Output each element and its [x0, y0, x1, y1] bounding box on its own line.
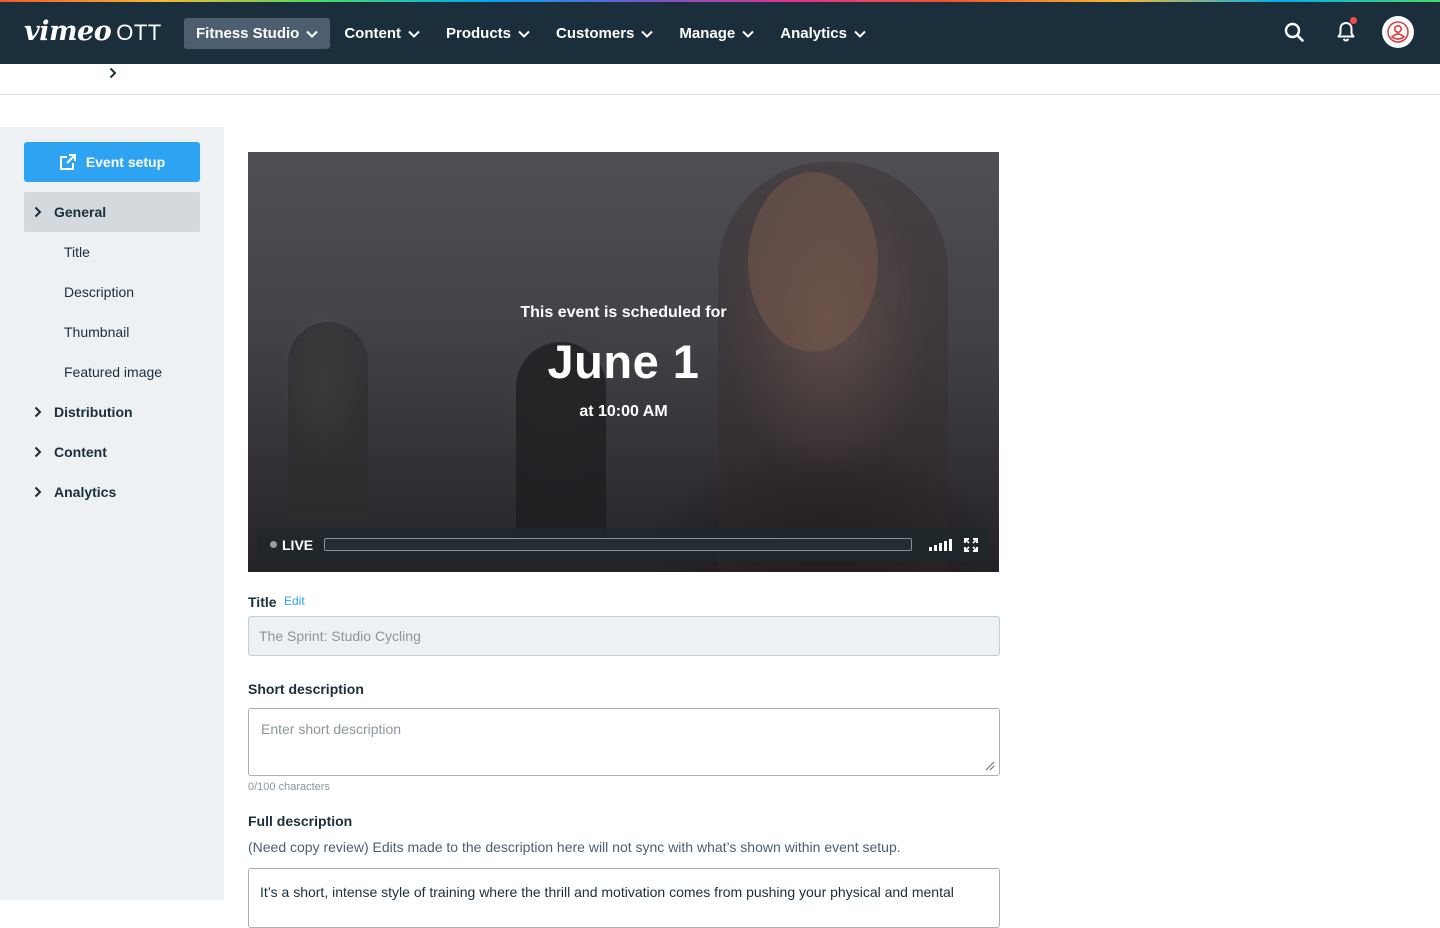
account-button[interactable]: [1380, 14, 1416, 50]
resize-handle-icon[interactable]: [985, 761, 995, 771]
schedule-heading: This event is scheduled for: [520, 304, 727, 321]
chevron-right-icon: [34, 486, 42, 498]
full-description-field[interactable]: It’s a short, intense style of training …: [248, 868, 1000, 928]
nav-manage[interactable]: Manage: [667, 18, 766, 49]
schedule-date: June 1: [547, 335, 700, 388]
player-controls: LIVE: [257, 528, 988, 561]
nav-analytics[interactable]: Analytics: [768, 18, 878, 49]
live-indicator-dot: [270, 541, 277, 548]
sidebar-item-content[interactable]: Content: [24, 432, 200, 472]
full-description-note: (Need copy review) Edits made to the des…: [248, 839, 901, 855]
sidebar-item-label: General: [54, 204, 107, 220]
sidebar-item-analytics[interactable]: Analytics: [24, 472, 200, 512]
sidebar-item-label: Content: [54, 444, 107, 460]
chevron-down-icon: [518, 30, 530, 38]
schedule-time: at 10:00 AM: [579, 403, 668, 420]
chevron-down-icon: [854, 30, 866, 38]
nav-icon-group: [1276, 14, 1416, 50]
logo-wordmark: vimeo: [24, 16, 112, 47]
sidebar-subitem-featured-image[interactable]: Featured image: [24, 352, 200, 392]
sidebar-subitem-description[interactable]: Description: [24, 272, 200, 312]
nav-label: Content: [344, 25, 401, 42]
chevron-right-icon: [34, 446, 42, 458]
full-description-label: Full description: [248, 813, 353, 829]
avatar-icon: [1387, 21, 1409, 43]
settings-sidebar: Event setup General Title Description Th…: [0, 127, 224, 900]
external-link-icon: [59, 154, 76, 170]
video-player[interactable]: This event is scheduled for June 1 at 10…: [248, 152, 999, 572]
short-description-label: Short description: [248, 681, 364, 697]
nav-customers[interactable]: Customers: [544, 18, 665, 49]
volume-icon[interactable]: [929, 538, 953, 551]
logo-suffix: OTT: [116, 20, 162, 45]
notification-dot: [1350, 17, 1357, 24]
chevron-down-icon: [306, 30, 319, 38]
search-button[interactable]: [1276, 14, 1312, 50]
chevron-right-icon: [34, 206, 42, 218]
chevron-right-icon[interactable]: [107, 67, 119, 79]
short-description-placeholder: Enter short description: [261, 721, 402, 737]
title-label: Title: [248, 594, 277, 610]
nav-label: Customers: [556, 25, 635, 42]
nav-label: Fitness Studio: [196, 25, 300, 42]
notifications-button[interactable]: [1328, 14, 1364, 50]
sidebar-item-general[interactable]: General: [24, 192, 200, 232]
fullscreen-icon[interactable]: [964, 537, 979, 552]
nav-content[interactable]: Content: [332, 18, 432, 49]
search-icon: [1284, 22, 1304, 42]
bell-icon: [1337, 22, 1355, 42]
sidebar-subitem-thumbnail[interactable]: Thumbnail: [24, 312, 200, 352]
character-count: 0/100 characters: [248, 781, 330, 793]
short-description-field[interactable]: Enter short description: [248, 708, 1000, 776]
event-setup-label: Event setup: [85, 154, 166, 170]
vimeo-ott-logo[interactable]: vimeo OTT: [24, 16, 162, 48]
event-setup-button[interactable]: Event setup: [24, 142, 200, 182]
breadcrumb: [0, 64, 1440, 95]
chevron-down-icon: [742, 30, 754, 38]
live-label: LIVE: [282, 536, 314, 553]
sidebar-item-distribution[interactable]: Distribution: [24, 392, 200, 432]
sidebar-subitem-title[interactable]: Title: [24, 232, 200, 272]
rainbow-stripe: [0, 0, 1440, 2]
nav-label: Products: [446, 25, 512, 42]
nav-fitness-studio[interactable]: Fitness Studio: [184, 18, 331, 49]
title-field[interactable]: The Sprint: Studio Cycling: [248, 616, 1000, 656]
sidebar-item-label: Distribution: [54, 404, 133, 420]
nav-label: Manage: [679, 25, 736, 42]
chevron-down-icon: [641, 30, 654, 38]
edit-title-link[interactable]: Edit: [284, 594, 305, 608]
sidebar-nav: General Title Description Thumbnail Feat…: [24, 192, 200, 512]
top-navigation: vimeo OTT Fitness Studio Content Product…: [0, 0, 1440, 64]
progress-bar[interactable]: [324, 538, 913, 551]
avatar: [1382, 16, 1414, 48]
sidebar-item-label: Analytics: [54, 484, 117, 500]
chevron-right-icon: [34, 406, 42, 418]
chevron-down-icon: [408, 30, 420, 38]
main-menu: Fitness Studio Content Products Customer…: [184, 18, 880, 49]
nav-label: Analytics: [780, 25, 847, 42]
nav-products[interactable]: Products: [434, 18, 542, 49]
